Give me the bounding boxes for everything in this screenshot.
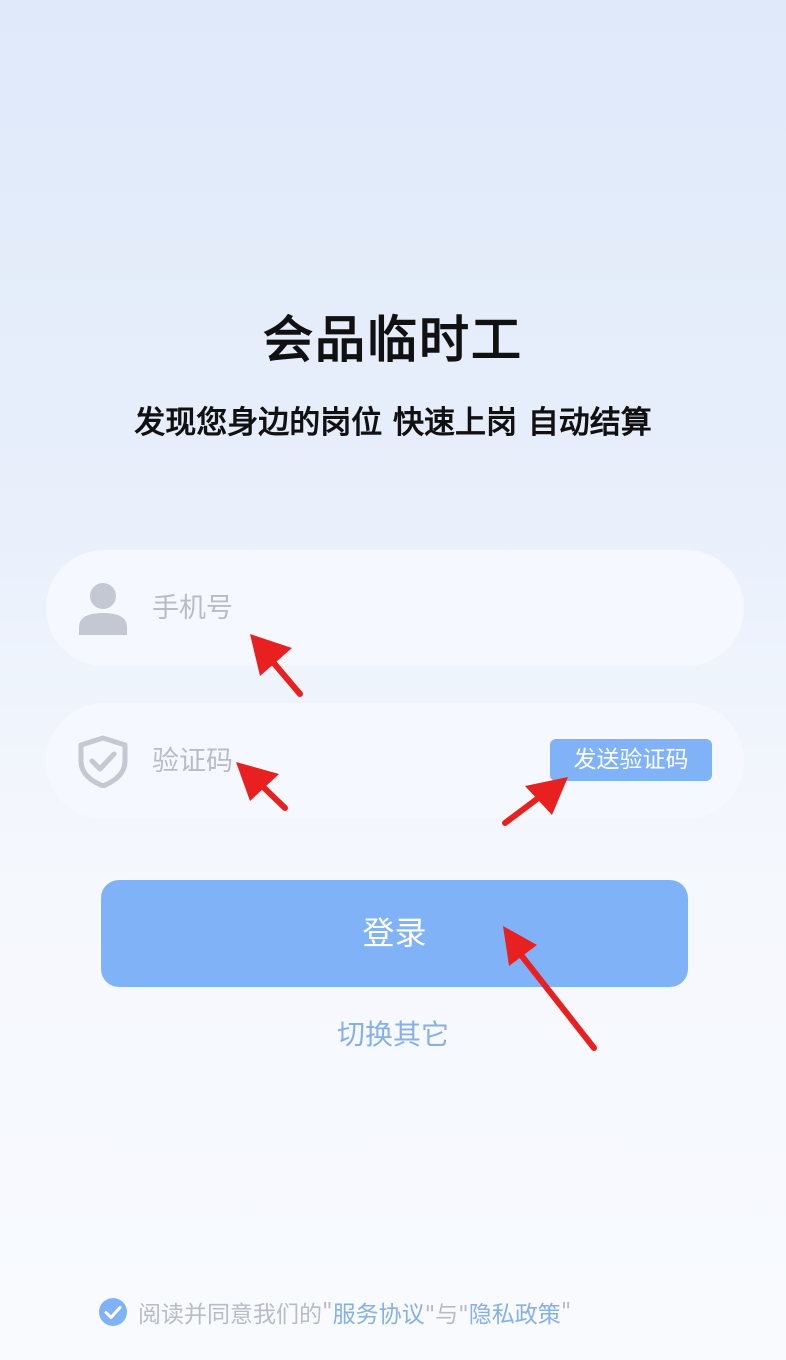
phone-field[interactable] [46, 550, 744, 666]
agreement-prefix: 阅读并同意我们的 [138, 1302, 322, 1328]
service-agreement-link[interactable]: 服务协议 [333, 1295, 425, 1329]
verification-code-field[interactable]: 发送验证码 [46, 703, 744, 819]
user-icon [79, 583, 127, 635]
agreement-connector: "与" [424, 1302, 469, 1328]
agreement-quote-open: " [322, 1299, 333, 1325]
switch-login-method-link[interactable]: 切换其它 [0, 1013, 786, 1053]
send-code-button[interactable]: 发送验证码 [550, 739, 712, 781]
privacy-policy-link[interactable]: 隐私政策 [469, 1295, 561, 1329]
agreement-row: 阅读并同意我们的 " 服务协议 "与" 隐私政策 " [98, 1294, 571, 1330]
login-button[interactable]: 登录 [101, 880, 688, 987]
annotation-arrows [236, 634, 597, 1051]
agreement-quote-close: " [560, 1299, 572, 1325]
agreement-checkbox-icon[interactable] [98, 1297, 128, 1327]
app-slogan: 发现您身边的岗位 快速上岗 自动结算 [134, 405, 652, 441]
app-title: 会品临时工 [263, 311, 523, 369]
phone-input[interactable] [152, 550, 532, 666]
verification-code-input[interactable] [152, 703, 532, 819]
shield-check-icon [78, 735, 128, 788]
